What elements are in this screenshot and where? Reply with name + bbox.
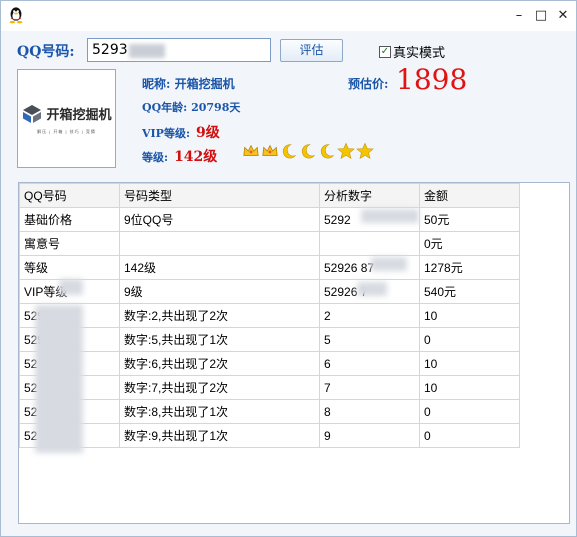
qq-age-row: QQ年龄: 20798天 [142, 99, 240, 115]
close-button[interactable]: ✕ [552, 5, 574, 25]
redacted-region [371, 257, 407, 271]
table-cell[interactable]: 0 [419, 423, 520, 448]
table-cell[interactable]: 数字:8,共出现了1次 [119, 399, 320, 424]
moon-icon [320, 144, 335, 159]
estimated-price-label: 预估价: [348, 77, 389, 91]
app-window: – □ ✕ QQ号码: 评估 ✓ 真实模式 开箱挖掘机 解压 | 开箱 | 技巧… [0, 0, 577, 537]
qq-number-label: QQ号码: [17, 44, 75, 60]
column-header[interactable]: QQ号码 [19, 183, 120, 208]
maximize-button[interactable]: □ [530, 5, 552, 25]
title-bar[interactable]: – □ ✕ [1, 1, 576, 31]
table-row[interactable]: 寓意号 0元 [19, 231, 520, 256]
column-header[interactable]: 号码类型 [119, 183, 320, 208]
avatar-subtitle: 解压 | 开箱 | 技巧 | 竞猜 [37, 128, 96, 134]
table-cell[interactable]: 5 [319, 327, 420, 352]
table-row[interactable]: 52 数字:8,共出现了1次 8 0 [19, 399, 520, 424]
qq-age-label: QQ年龄: [142, 101, 188, 114]
avatar-title: 开箱挖掘机 [46, 107, 112, 122]
column-header[interactable]: 金额 [419, 183, 520, 208]
nickname-row: 昵称: 开箱挖掘机 [142, 75, 235, 92]
table-cell[interactable]: 142级 [119, 255, 320, 280]
table-cell[interactable]: 10 [419, 375, 520, 400]
avatar: 开箱挖掘机 解压 | 开箱 | 技巧 | 竞猜 [17, 69, 116, 168]
table-cell[interactable]: 9级 [119, 279, 320, 304]
table-cell[interactable]: 8 [319, 399, 420, 424]
table-cell[interactable]: 数字:7,共出现了2次 [119, 375, 320, 400]
table-cell[interactable] [319, 231, 420, 256]
column-header[interactable]: 分析数字 [319, 183, 420, 208]
table-cell[interactable]: 9 [319, 423, 420, 448]
level-value: 142级 [174, 149, 218, 165]
table-row[interactable]: 52 数字:9,共出现了1次 9 0 [19, 423, 520, 448]
redacted-region [361, 209, 419, 223]
table-cell[interactable]: 0 [419, 399, 520, 424]
redacted-region [35, 305, 83, 453]
table-cell[interactable]: 数字:2,共出现了2次 [119, 303, 320, 328]
table-cell[interactable]: 6 [319, 351, 420, 376]
table-cell[interactable]: 1278元 [419, 255, 520, 280]
table-row[interactable]: 529数字:5,共出现了1次50 [19, 327, 520, 352]
minimize-button[interactable]: – [508, 5, 530, 25]
analysis-grid[interactable]: QQ号码 号码类型 分析数字 金额 基础价格 9位QQ号 5292 50元 寓意号 0元等… [18, 182, 570, 524]
vip-level-label: VIP等级: [142, 127, 191, 140]
moon-icon [301, 144, 316, 159]
nickname-label: 昵称: [142, 77, 171, 91]
nickname-value: 开箱挖掘机 [174, 77, 235, 91]
redacted-region [357, 282, 387, 296]
table-row[interactable]: 52 数字:7,共出现了2次 7 10 [19, 375, 520, 400]
star-icon [337, 142, 355, 160]
table-cell[interactable] [119, 231, 320, 256]
table-cell[interactable]: 10 [419, 351, 520, 376]
real-mode-checkbox[interactable]: ✓ 真实模式 [379, 42, 445, 61]
table-cell[interactable]: 数字:9,共出现了1次 [119, 423, 320, 448]
table-row[interactable]: 5292数字:2,共出现了2次210 [19, 303, 520, 328]
checkbox-checked-icon[interactable]: ✓ [379, 45, 391, 58]
table-cell[interactable]: 数字:5,共出现了1次 [119, 327, 320, 352]
table-row[interactable]: 52 数字:6,共出现了2次 6 10 [19, 351, 520, 376]
table-row[interactable]: 基础价格 9位QQ号 5292 50元 [19, 207, 520, 232]
vip-level-value: 9级 [196, 125, 220, 141]
table-cell[interactable]: 数字:6,共出现了2次 [119, 351, 320, 376]
cube-logo-icon [23, 104, 42, 123]
level-label: 等级: [142, 151, 169, 164]
qq-age-value: 20798天 [191, 101, 241, 114]
redacted-region [59, 279, 83, 295]
redacted-region [129, 44, 165, 58]
table-cell[interactable]: 0元 [419, 231, 520, 256]
vip-level-row: VIP等级: 9级 [142, 122, 220, 142]
table-cell[interactable]: 540元 [419, 279, 520, 304]
evaluate-button[interactable]: 评估 [280, 39, 343, 62]
table-cell[interactable]: 2 [319, 303, 420, 328]
table-cell[interactable]: 寓意号 [19, 231, 120, 256]
analysis-table: QQ号码 号码类型 分析数字 金额 基础价格 9位QQ号 5292 50元 寓意号 0元等… [19, 183, 520, 448]
level-row: 等级: 142级 [142, 146, 217, 166]
moon-icon [282, 144, 297, 159]
table-cell[interactable]: 0 [419, 327, 520, 352]
table-cell[interactable]: 9位QQ号 [119, 207, 320, 232]
crown-icon [243, 144, 259, 156]
estimated-price-value: 1898 [396, 63, 468, 96]
star-icon [356, 142, 374, 160]
table-cell[interactable]: 10 [419, 303, 520, 328]
table-cell[interactable]: 50元 [419, 207, 520, 232]
table-header-row: QQ号码 号码类型 分析数字 金额 [19, 183, 520, 208]
table-cell[interactable]: 等级 [19, 255, 120, 280]
table-row[interactable]: 等级 142级 52926 87 1278元 [19, 255, 520, 280]
real-mode-label: 真实模式 [393, 45, 446, 60]
qq-penguin-icon [9, 7, 23, 24]
table-cell[interactable]: 基础价格 [19, 207, 120, 232]
main-panel: QQ号码: 评估 ✓ 真实模式 开箱挖掘机 解压 | 开箱 | 技巧 | 竞猜 … [1, 31, 576, 536]
level-icons [242, 142, 374, 160]
crown-icon [262, 144, 278, 156]
qq-number-input[interactable] [87, 38, 271, 62]
table-cell[interactable]: 7 [319, 375, 420, 400]
table-row[interactable]: VIP等级 9级 52926 7 540元 [19, 279, 520, 304]
